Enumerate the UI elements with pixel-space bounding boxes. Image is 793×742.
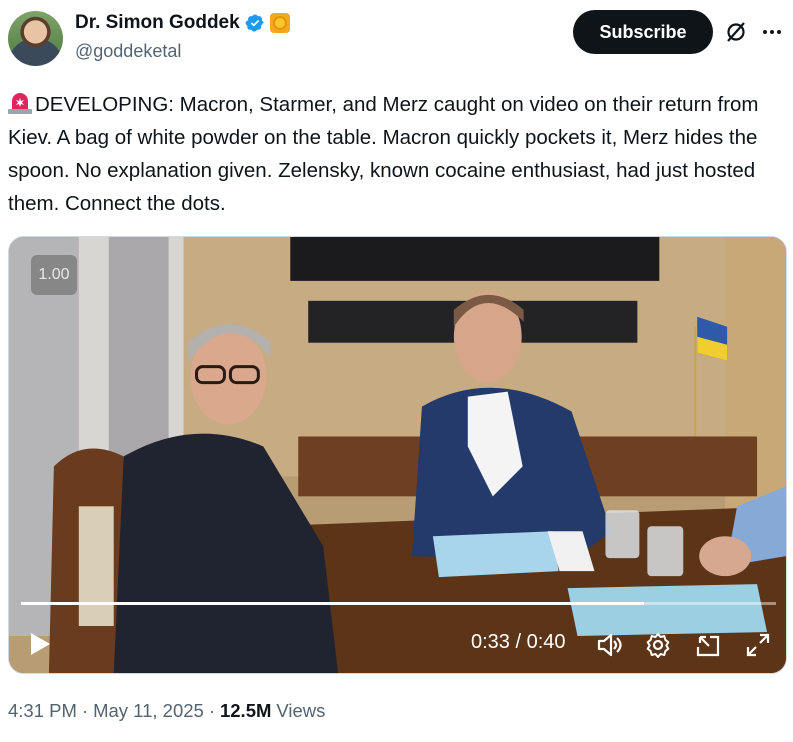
more-dots-icon[interactable] [760, 20, 784, 44]
author-display-name[interactable]: Dr. Simon Goddek [75, 12, 240, 34]
subscribe-button[interactable]: Subscribe [573, 10, 713, 54]
tweet-text: DEVELOPING: Macron, Starmer, and Merz ca… [8, 88, 783, 220]
video-player[interactable]: 1.00 0:33 / 0:40 [8, 236, 787, 674]
author-name-row: Dr. Simon Goddek [75, 12, 290, 34]
playback-speed-badge[interactable]: 1.00 [31, 255, 77, 295]
verified-badge-icon[interactable] [245, 13, 265, 33]
author-handle[interactable]: @goddeketal [75, 41, 181, 62]
settings-icon[interactable] [644, 631, 672, 659]
tweet-header: Dr. Simon Goddek @goddeketal Subscribe [0, 0, 793, 80]
video-time-readout: 0:33 / 0:40 [471, 631, 566, 653]
views-label[interactable]: Views [276, 700, 325, 722]
fullscreen-icon[interactable] [744, 631, 772, 659]
video-progress-fill [21, 602, 644, 605]
volume-icon[interactable] [595, 631, 623, 659]
video-frame [9, 237, 786, 673]
grok-icon[interactable] [724, 20, 748, 44]
rotating-light-icon [8, 93, 32, 114]
avatar[interactable] [8, 11, 63, 66]
tweet-meta: 4:31 PM · May 11, 2025 · 12.5M Views [8, 700, 325, 722]
tweet-time[interactable]: 4:31 PM [8, 700, 77, 722]
gold-badge-icon[interactable] [269, 13, 290, 33]
tweet-date[interactable]: May 11, 2025 [93, 700, 204, 722]
meta-separator: · [81, 700, 89, 721]
views-count[interactable]: 12.5M [220, 700, 271, 722]
video-progress-bar[interactable] [21, 602, 776, 605]
play-icon[interactable] [27, 630, 53, 658]
pip-icon[interactable] [694, 631, 722, 659]
meta-separator-2: · [208, 700, 215, 721]
tweet-body: DEVELOPING: Macron, Starmer, and Merz ca… [8, 93, 759, 215]
